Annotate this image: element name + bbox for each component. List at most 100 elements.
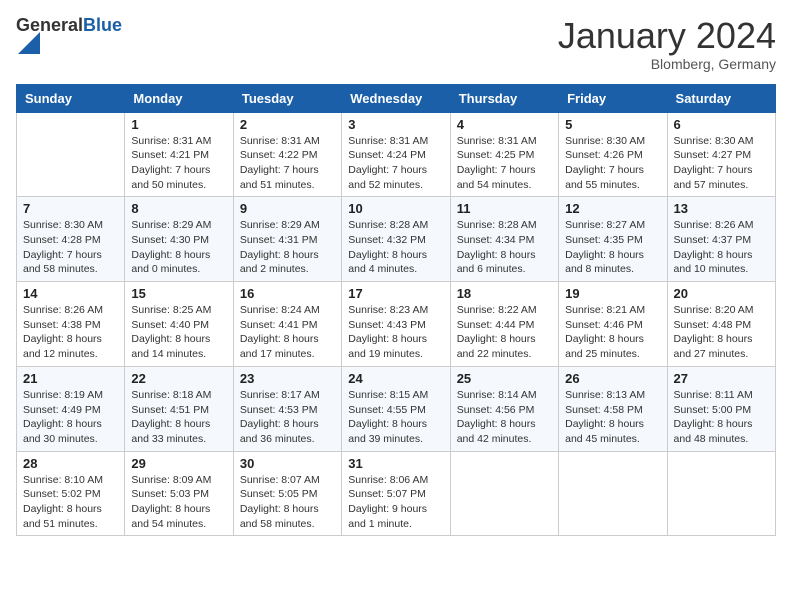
day-number: 24 bbox=[348, 371, 443, 386]
calendar-cell bbox=[559, 451, 667, 536]
calendar-cell: 1 Sunrise: 8:31 AMSunset: 4:21 PMDaylight… bbox=[125, 112, 233, 197]
calendar-cell: 31 Sunrise: 8:06 AMSunset: 5:07 PMDayligh… bbox=[342, 451, 450, 536]
day-number: 7 bbox=[23, 201, 118, 216]
day-info: Sunrise: 8:26 AMSunset: 4:37 PMDaylight:… bbox=[674, 218, 769, 277]
calendar-cell: 25Sunrise: 8:14 AMSunset: 4:56 PMDayligh… bbox=[450, 366, 558, 451]
day-number: 15 bbox=[131, 286, 226, 301]
calendar-cell: 30 Sunrise: 8:07 AMSunset: 5:05 PMDayligh… bbox=[233, 451, 341, 536]
day-info: Sunrise: 8:28 AMSunset: 4:32 PMDaylight:… bbox=[348, 218, 443, 277]
day-info: Sunrise: 8:19 AMSunset: 4:49 PMDaylight:… bbox=[23, 388, 118, 447]
calendar-cell: 9 Sunrise: 8:29 AMSunset: 4:31 PMDaylight… bbox=[233, 197, 341, 282]
calendar-table: SundayMondayTuesdayWednesdayThursdayFrid… bbox=[16, 84, 776, 537]
calendar-cell bbox=[667, 451, 775, 536]
month-title: January 2024 bbox=[558, 16, 776, 56]
calendar-cell: 24 Sunrise: 8:15 AMSunset: 4:55 PMDayligh… bbox=[342, 366, 450, 451]
day-number: 19 bbox=[565, 286, 660, 301]
calendar-cell: 19 Sunrise: 8:21 AMSunset: 4:46 PMDayligh… bbox=[559, 282, 667, 367]
calendar-cell: 29Sunrise: 8:09 AMSunset: 5:03 PMDayligh… bbox=[125, 451, 233, 536]
day-number: 31 bbox=[348, 456, 443, 471]
day-number: 18 bbox=[457, 286, 552, 301]
day-number: 9 bbox=[240, 201, 335, 216]
day-number: 22 bbox=[131, 371, 226, 386]
calendar-cell: 4 Sunrise: 8:31 AMSunset: 4:25 PMDaylight… bbox=[450, 112, 558, 197]
calendar-cell: 3 Sunrise: 8:31 AMSunset: 4:24 PMDaylight… bbox=[342, 112, 450, 197]
day-number: 2 bbox=[240, 117, 335, 132]
weekday-header: Friday bbox=[559, 84, 667, 112]
day-info: Sunrise: 8:21 AMSunset: 4:46 PMDaylight:… bbox=[565, 303, 660, 362]
logo-icon bbox=[18, 32, 40, 54]
day-info: Sunrise: 8:15 AMSunset: 4:55 PMDaylight:… bbox=[348, 388, 443, 447]
calendar-cell: 8 Sunrise: 8:29 AMSunset: 4:30 PMDaylight… bbox=[125, 197, 233, 282]
day-number: 16 bbox=[240, 286, 335, 301]
day-number: 25 bbox=[457, 371, 552, 386]
calendar-cell: 7 Sunrise: 8:30 AMSunset: 4:28 PMDaylight… bbox=[17, 197, 125, 282]
calendar-cell bbox=[17, 112, 125, 197]
day-info: Sunrise: 8:26 AMSunset: 4:38 PMDaylight:… bbox=[23, 303, 118, 362]
day-info: Sunrise: 8:29 AMSunset: 4:30 PMDaylight:… bbox=[131, 218, 226, 277]
calendar-cell: 26 Sunrise: 8:13 AMSunset: 4:58 PMDayligh… bbox=[559, 366, 667, 451]
weekday-header: Wednesday bbox=[342, 84, 450, 112]
weekday-header: Thursday bbox=[450, 84, 558, 112]
weekday-header: Sunday bbox=[17, 84, 125, 112]
day-info: Sunrise: 8:31 AMSunset: 4:25 PMDaylight:… bbox=[457, 134, 552, 193]
day-number: 23 bbox=[240, 371, 335, 386]
calendar-cell: 22 Sunrise: 8:18 AMSunset: 4:51 PMDayligh… bbox=[125, 366, 233, 451]
day-number: 14 bbox=[23, 286, 118, 301]
day-number: 13 bbox=[674, 201, 769, 216]
calendar-cell: 16 Sunrise: 8:24 AMSunset: 4:41 PMDayligh… bbox=[233, 282, 341, 367]
day-number: 28 bbox=[23, 456, 118, 471]
day-info: Sunrise: 8:07 AMSunset: 5:05 PMDaylight:… bbox=[240, 473, 335, 532]
day-info: Sunrise: 8:28 AMSunset: 4:34 PMDaylight:… bbox=[457, 218, 552, 277]
day-number: 26 bbox=[565, 371, 660, 386]
day-info: Sunrise: 8:20 AMSunset: 4:48 PMDaylight:… bbox=[674, 303, 769, 362]
day-info: Sunrise: 8:31 AMSunset: 4:22 PMDaylight:… bbox=[240, 134, 335, 193]
day-info: Sunrise: 8:24 AMSunset: 4:41 PMDaylight:… bbox=[240, 303, 335, 362]
day-info: Sunrise: 8:25 AMSunset: 4:40 PMDaylight:… bbox=[131, 303, 226, 362]
day-number: 4 bbox=[457, 117, 552, 132]
weekday-header: Tuesday bbox=[233, 84, 341, 112]
calendar-week-row: 14 Sunrise: 8:26 AMSunset: 4:38 PMDayligh… bbox=[17, 282, 776, 367]
calendar-cell: 15 Sunrise: 8:25 AMSunset: 4:40 PMDayligh… bbox=[125, 282, 233, 367]
day-info: Sunrise: 8:18 AMSunset: 4:51 PMDaylight:… bbox=[131, 388, 226, 447]
day-info: Sunrise: 8:30 AMSunset: 4:26 PMDaylight:… bbox=[565, 134, 660, 193]
calendar-week-row: 7 Sunrise: 8:30 AMSunset: 4:28 PMDaylight… bbox=[17, 197, 776, 282]
calendar-cell: 13 Sunrise: 8:26 AMSunset: 4:37 PMDayligh… bbox=[667, 197, 775, 282]
day-info: Sunrise: 8:31 AMSunset: 4:24 PMDaylight:… bbox=[348, 134, 443, 193]
day-number: 5 bbox=[565, 117, 660, 132]
calendar-cell: 10 Sunrise: 8:28 AMSunset: 4:32 PMDayligh… bbox=[342, 197, 450, 282]
day-number: 20 bbox=[674, 286, 769, 301]
calendar-cell: 2 Sunrise: 8:31 AMSunset: 4:22 PMDaylight… bbox=[233, 112, 341, 197]
day-info: Sunrise: 8:31 AMSunset: 4:21 PMDaylight:… bbox=[131, 134, 226, 193]
day-info: Sunrise: 8:06 AMSunset: 5:07 PMDaylight:… bbox=[348, 473, 443, 532]
day-info: Sunrise: 8:13 AMSunset: 4:58 PMDaylight:… bbox=[565, 388, 660, 447]
day-info: Sunrise: 8:11 AMSunset: 5:00 PMDaylight:… bbox=[674, 388, 769, 447]
calendar-cell: 14 Sunrise: 8:26 AMSunset: 4:38 PMDayligh… bbox=[17, 282, 125, 367]
day-number: 8 bbox=[131, 201, 226, 216]
location: Blomberg, Germany bbox=[558, 56, 776, 72]
day-number: 10 bbox=[348, 201, 443, 216]
calendar-week-row: 1 Sunrise: 8:31 AMSunset: 4:21 PMDaylight… bbox=[17, 112, 776, 197]
weekday-header: Saturday bbox=[667, 84, 775, 112]
day-number: 12 bbox=[565, 201, 660, 216]
calendar-header-row: SundayMondayTuesdayWednesdayThursdayFrid… bbox=[17, 84, 776, 112]
day-number: 3 bbox=[348, 117, 443, 132]
day-info: Sunrise: 8:29 AMSunset: 4:31 PMDaylight:… bbox=[240, 218, 335, 277]
day-number: 1 bbox=[131, 117, 226, 132]
calendar-cell bbox=[450, 451, 558, 536]
day-info: Sunrise: 8:27 AMSunset: 4:35 PMDaylight:… bbox=[565, 218, 660, 277]
day-number: 29 bbox=[131, 456, 226, 471]
calendar-cell: 28 Sunrise: 8:10 AMSunset: 5:02 PMDayligh… bbox=[17, 451, 125, 536]
day-number: 11 bbox=[457, 201, 552, 216]
calendar-cell: 23Sunrise: 8:17 AMSunset: 4:53 PMDayligh… bbox=[233, 366, 341, 451]
calendar-cell: 20 Sunrise: 8:20 AMSunset: 4:48 PMDayligh… bbox=[667, 282, 775, 367]
calendar-cell: 18 Sunrise: 8:22 AMSunset: 4:44 PMDayligh… bbox=[450, 282, 558, 367]
logo-blue: Blue bbox=[83, 15, 122, 35]
day-info: Sunrise: 8:30 AMSunset: 4:28 PMDaylight:… bbox=[23, 218, 118, 277]
day-number: 30 bbox=[240, 456, 335, 471]
day-info: Sunrise: 8:22 AMSunset: 4:44 PMDaylight:… bbox=[457, 303, 552, 362]
day-number: 27 bbox=[674, 371, 769, 386]
day-info: Sunrise: 8:10 AMSunset: 5:02 PMDaylight:… bbox=[23, 473, 118, 532]
title-block: January 2024 Blomberg, Germany bbox=[558, 16, 776, 72]
logo: GeneralBlue bbox=[16, 16, 122, 59]
day-info: Sunrise: 8:23 AMSunset: 4:43 PMDaylight:… bbox=[348, 303, 443, 362]
